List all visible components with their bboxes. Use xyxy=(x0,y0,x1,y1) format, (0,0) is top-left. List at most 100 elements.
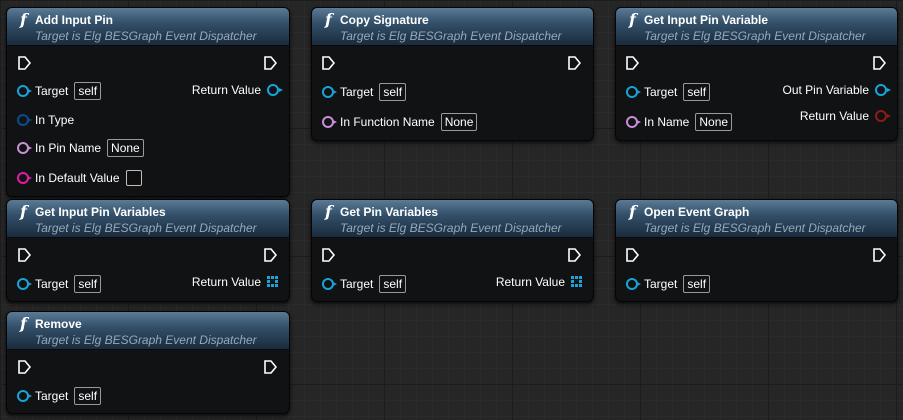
node-subtitle: Target is Elg BESGraph Event Dispatcher xyxy=(340,221,562,235)
exec-in-pin-icon[interactable] xyxy=(625,56,639,70)
input-pin-target[interactable]: Target self xyxy=(17,82,102,100)
array-pin-icon[interactable] xyxy=(571,276,583,288)
bool-pin-icon[interactable] xyxy=(875,110,891,122)
exec-out-pin-icon[interactable] xyxy=(263,360,277,374)
object-pin-icon[interactable] xyxy=(626,86,641,98)
node-title: Get Input Pin Variables xyxy=(35,205,166,219)
node-header[interactable]: f Add Input Pin Target is Elg BESGraph E… xyxy=(7,8,289,46)
node-get-input-pin-variable[interactable]: f Get Input Pin Variable Target is Elg B… xyxy=(615,7,898,141)
object-pin-icon[interactable] xyxy=(322,86,337,98)
node-subtitle: Target is Elg BESGraph Event Dispatcher xyxy=(35,29,257,43)
pin-label: Return Value xyxy=(191,83,261,97)
node-get-pin-variables[interactable]: f Get Pin Variables Target is Elg BESGra… xyxy=(311,199,594,302)
pin-label: Return Value xyxy=(495,275,565,289)
target-value-box[interactable]: self xyxy=(683,275,711,293)
node-copy-signature[interactable]: f Copy Signature Target is Elg BESGraph … xyxy=(311,7,594,141)
node-header[interactable]: f Get Pin Variables Target is Elg BESGra… xyxy=(312,200,593,238)
pin-label: In Pin Name xyxy=(35,141,102,155)
node-header[interactable]: f Get Input Pin Variable Target is Elg B… xyxy=(616,8,897,46)
target-value-box[interactable]: self xyxy=(74,82,102,100)
input-pin-target[interactable]: Target self xyxy=(626,83,711,101)
name-value-box[interactable]: None xyxy=(440,113,478,131)
pin-label: In Type xyxy=(35,113,75,127)
exec-out-pin-icon[interactable] xyxy=(872,56,886,70)
node-open-event-graph[interactable]: f Open Event Graph Target is Elg BESGrap… xyxy=(615,199,898,302)
exec-in-pin-icon[interactable] xyxy=(625,248,639,262)
exec-in-pin-icon[interactable] xyxy=(17,248,31,262)
target-value-box[interactable]: self xyxy=(379,275,407,293)
object-pin-icon[interactable] xyxy=(626,278,641,290)
input-pin-target[interactable]: Target self xyxy=(322,83,407,101)
function-icon: f xyxy=(325,202,332,221)
function-icon: f xyxy=(20,10,27,29)
function-icon: f xyxy=(629,10,636,29)
pin-label: Target xyxy=(340,85,374,99)
exec-in-pin-icon[interactable] xyxy=(17,56,31,70)
node-title: Remove xyxy=(35,317,82,331)
pin-label: Target xyxy=(644,277,678,291)
string-pin-icon[interactable] xyxy=(17,172,32,184)
output-pin-out-pin-variable[interactable]: Out Pin Variable xyxy=(782,81,891,99)
pin-label: Out Pin Variable xyxy=(782,83,870,97)
object-pin-icon[interactable] xyxy=(17,85,32,97)
function-icon: f xyxy=(20,202,27,221)
pin-label: In Name xyxy=(644,115,690,129)
name-pin-icon[interactable] xyxy=(17,142,32,154)
output-pin-return-value[interactable]: Return Value xyxy=(800,107,891,125)
exec-in-pin-icon[interactable] xyxy=(17,360,31,374)
output-pin-return-value[interactable]: Return Value xyxy=(191,81,283,99)
object-pin-icon[interactable] xyxy=(267,84,283,96)
exec-out-pin-icon[interactable] xyxy=(567,248,581,262)
exec-out-pin-icon[interactable] xyxy=(263,56,277,70)
node-title: Get Pin Variables xyxy=(340,205,439,219)
node-title: Copy Signature xyxy=(340,13,429,27)
input-pin-in-default-value[interactable]: In Default Value xyxy=(17,169,142,187)
object-pin-icon[interactable] xyxy=(875,84,891,96)
node-add-input-pin[interactable]: f Add Input Pin Target is Elg BESGraph E… xyxy=(6,7,290,197)
object-pin-icon[interactable] xyxy=(322,278,337,290)
array-pin-icon[interactable] xyxy=(267,276,279,288)
pin-label: Return Value xyxy=(191,275,261,289)
exec-out-pin-icon[interactable] xyxy=(263,248,277,262)
object-pin-icon[interactable] xyxy=(17,390,32,402)
node-get-input-pin-variables[interactable]: f Get Input Pin Variables Target is Elg … xyxy=(6,199,290,302)
output-pin-return-value[interactable]: Return Value xyxy=(192,273,279,291)
node-header[interactable]: f Get Input Pin Variables Target is Elg … xyxy=(7,200,289,238)
node-subtitle: Target is Elg BESGraph Event Dispatcher xyxy=(340,29,562,43)
target-value-box[interactable]: self xyxy=(74,275,102,293)
function-icon: f xyxy=(325,10,332,29)
node-subtitle: Target is Elg BESGraph Event Dispatcher xyxy=(35,333,257,347)
target-value-box[interactable]: self xyxy=(379,83,407,101)
input-pin-target[interactable]: Target self xyxy=(17,387,102,405)
exec-in-pin-icon[interactable] xyxy=(321,248,335,262)
input-pin-in-function-name[interactable]: In Function Name None xyxy=(322,113,478,131)
node-header[interactable]: f Open Event Graph Target is Elg BESGrap… xyxy=(616,200,897,238)
function-icon: f xyxy=(629,202,636,221)
pin-label: Target xyxy=(35,389,69,403)
input-pin-in-pin-name[interactable]: In Pin Name None xyxy=(17,139,144,157)
exec-out-pin-icon[interactable] xyxy=(567,56,581,70)
name-pin-icon[interactable] xyxy=(322,116,337,128)
pin-label: Target xyxy=(644,85,678,99)
exec-in-pin-icon[interactable] xyxy=(321,56,335,70)
target-value-box[interactable]: self xyxy=(683,83,711,101)
default-value-checkbox[interactable] xyxy=(125,170,142,186)
input-pin-in-type[interactable]: In Type xyxy=(17,111,80,129)
exec-out-pin-icon[interactable] xyxy=(872,248,886,262)
node-header[interactable]: f Remove Target is Elg BESGraph Event Di… xyxy=(7,312,289,350)
output-pin-return-value[interactable]: Return Value xyxy=(496,273,583,291)
name-value-box[interactable]: None xyxy=(107,139,144,157)
byte-pin-icon[interactable] xyxy=(17,114,32,126)
input-pin-target[interactable]: Target self xyxy=(17,275,102,293)
object-pin-icon[interactable] xyxy=(17,278,32,290)
input-pin-target[interactable]: Target self xyxy=(322,275,407,293)
node-header[interactable]: f Copy Signature Target is Elg BESGraph … xyxy=(312,8,593,46)
target-value-box[interactable]: self xyxy=(74,387,102,405)
input-pin-in-name[interactable]: In Name None xyxy=(626,113,733,131)
name-value-box[interactable]: None xyxy=(695,113,733,131)
node-remove[interactable]: f Remove Target is Elg BESGraph Event Di… xyxy=(6,311,290,414)
function-icon: f xyxy=(20,314,27,333)
name-pin-icon[interactable] xyxy=(626,116,641,128)
pin-label: In Function Name xyxy=(340,115,435,129)
input-pin-target[interactable]: Target self xyxy=(626,275,711,293)
